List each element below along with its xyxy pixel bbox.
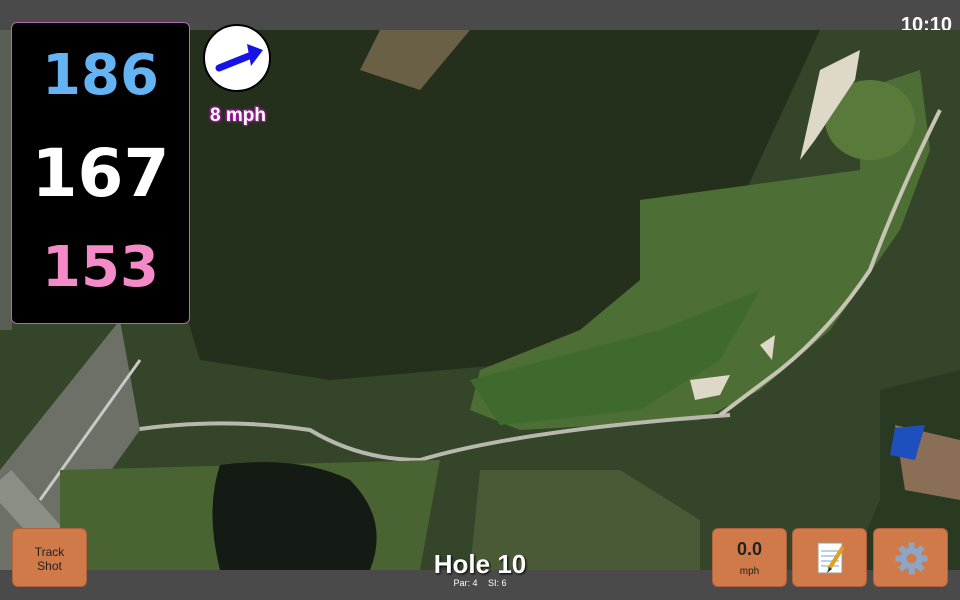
distance-back: 186 — [42, 43, 159, 108]
notepad-icon — [817, 542, 845, 574]
hole-title: Hole 10 — [433, 549, 527, 579]
distance-front: 153 — [42, 235, 159, 300]
hole-par: Par: 4 — [453, 578, 478, 588]
track-shot-label-line2: Shot — [37, 559, 62, 573]
wind-direction-indicator — [203, 24, 271, 92]
distance-panel: 186 167 153 — [11, 22, 190, 324]
notes-button[interactable] — [792, 528, 867, 587]
speed-unit: mph — [739, 566, 760, 577]
wind-speed: 8 mph — [210, 105, 266, 126]
gear-icon — [895, 542, 928, 575]
speed-button[interactable]: 0.0 mph — [712, 528, 787, 587]
hole-info: Par: 4 SI: 6 — [380, 578, 580, 588]
distance-middle: 167 — [31, 135, 170, 212]
speed-value: 0.0 — [736, 539, 763, 559]
track-shot-label-line1: Track — [34, 545, 65, 559]
hole-si: SI: 6 — [488, 578, 507, 588]
track-shot-button[interactable]: Track Shot — [12, 528, 87, 587]
settings-button[interactable] — [873, 528, 948, 587]
arrow-northeast-icon — [215, 44, 263, 72]
